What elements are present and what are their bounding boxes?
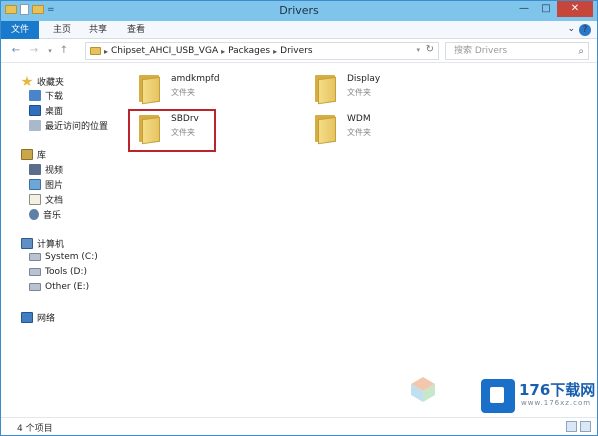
folder-name: Display: [347, 74, 381, 84]
drive-icon: [29, 283, 41, 291]
drive-icon: [29, 253, 41, 261]
nav-item-pictures[interactable]: 图片: [29, 178, 63, 191]
nav-item-label: 文档: [45, 196, 64, 206]
crumb-separator[interactable]: ▸: [221, 47, 225, 56]
expand-ribbon-icon[interactable]: ⌄: [567, 24, 575, 36]
minimize-button[interactable]: —: [513, 1, 535, 17]
window-title: Drivers: [279, 4, 319, 17]
drive-icon: [29, 268, 41, 276]
nav-item-music[interactable]: 音乐: [29, 208, 61, 221]
document-icon: [29, 194, 41, 205]
nav-item-documents[interactable]: 文档: [29, 193, 63, 206]
large-icons-view-icon[interactable]: [580, 421, 591, 432]
address-dropdown-icon[interactable]: ▾: [416, 46, 420, 54]
tab-home[interactable]: 主页: [49, 21, 75, 39]
folder-name: amdkmpfd: [171, 74, 220, 84]
folder-icon: [313, 113, 337, 145]
navigation-pane: 收藏夹 下载 桌面 最近访问的位置 库 视频 图片 文档 音乐 计算机 Syst…: [1, 63, 123, 417]
download-icon: [29, 90, 41, 101]
folder-item[interactable]: Display 文件夹: [313, 69, 433, 109]
search-placeholder: 搜索 Drivers: [454, 46, 508, 56]
crumb-drivers[interactable]: Drivers: [280, 46, 312, 56]
network-icon: [21, 312, 33, 323]
maximize-button[interactable]: □: [535, 1, 557, 17]
nav-item-drive-c[interactable]: System (C:): [29, 252, 98, 262]
folder-type: 文件夹: [347, 128, 371, 137]
nav-computer-label: 计算机: [37, 240, 65, 250]
ribbon-tabs: 文件 主页 共享 查看 ⌄ ?: [1, 21, 597, 39]
tab-view[interactable]: 查看: [123, 21, 149, 39]
video-icon: [29, 164, 41, 175]
crumb-separator[interactable]: ▸: [104, 47, 108, 56]
nav-network[interactable]: 网络: [21, 311, 55, 324]
nav-item-downloads[interactable]: 下载: [29, 89, 63, 102]
nav-item-recent[interactable]: 最近访问的位置: [29, 119, 108, 132]
folder-name: WDM: [347, 114, 371, 124]
up-button[interactable]: ↑: [57, 44, 71, 58]
desktop-icon: [29, 105, 41, 116]
nav-item-label: 视频: [45, 166, 64, 176]
title-bar: = Drivers — □ ✕: [1, 1, 597, 21]
nav-item-drive-d[interactable]: Tools (D:): [29, 267, 87, 277]
item-count: 4 个项目: [17, 424, 53, 434]
view-toggles: [566, 421, 591, 432]
star-icon: [21, 76, 33, 87]
nav-item-label: Tools (D:): [45, 267, 88, 277]
back-button[interactable]: ←: [9, 44, 23, 58]
music-icon: [29, 209, 39, 220]
computer-icon: [21, 238, 33, 249]
picture-icon: [29, 179, 41, 190]
nav-libraries-label: 库: [37, 151, 47, 161]
nav-item-label: 桌面: [45, 107, 64, 117]
address-row: ← → ▾ ↑ ▸ Chipset_AHCI_USB_VGA ▸ Package…: [1, 39, 597, 63]
folder-icon: [313, 73, 337, 105]
nav-favorites-label: 收藏夹: [37, 78, 65, 88]
folder-item[interactable]: amdkmpfd 文件夹: [137, 69, 257, 109]
folder-type: 文件夹: [347, 88, 371, 97]
search-input[interactable]: 搜索 Drivers ⌕: [445, 42, 589, 60]
nav-network-label: 网络: [37, 314, 56, 324]
status-bar: 4 个项目: [1, 417, 597, 435]
refresh-icon[interactable]: ↻: [426, 44, 434, 55]
watermark-badge-logo: [481, 379, 515, 413]
folder-icon: [90, 47, 101, 55]
nav-computer[interactable]: 计算机: [21, 237, 64, 250]
address-bar[interactable]: ▸ Chipset_AHCI_USB_VGA ▸ Packages ▸ Driv…: [85, 42, 439, 60]
nav-item-desktop[interactable]: 桌面: [29, 104, 63, 117]
annotation-highlight-box: [128, 109, 216, 152]
crumb-chipset[interactable]: Chipset_AHCI_USB_VGA: [111, 46, 218, 56]
nav-favorites[interactable]: 收藏夹: [21, 75, 64, 88]
watermark-url: www.176xz.com: [521, 399, 592, 407]
help-icon[interactable]: ?: [579, 24, 591, 36]
tab-file[interactable]: 文件: [1, 21, 39, 39]
folder-icon: [137, 73, 161, 105]
watermark-text: 176下载网: [519, 381, 596, 399]
nav-item-drive-e[interactable]: Other (E:): [29, 282, 89, 292]
crumb-separator[interactable]: ▸: [273, 47, 277, 56]
window-controls: — □ ✕: [513, 1, 593, 17]
nav-libraries[interactable]: 库: [21, 148, 46, 161]
tab-share[interactable]: 共享: [85, 21, 111, 39]
close-button[interactable]: ✕: [557, 1, 593, 17]
content-area: 收藏夹 下载 桌面 最近访问的位置 库 视频 图片 文档 音乐 计算机 Syst…: [1, 63, 597, 417]
nav-item-label: 图片: [45, 181, 64, 191]
ribbon-right-controls: ⌄ ?: [567, 24, 591, 36]
crumb-packages[interactable]: Packages: [228, 46, 270, 56]
details-view-icon[interactable]: [566, 421, 577, 432]
nav-item-label: 音乐: [43, 211, 62, 221]
nav-item-label: 最近访问的位置: [45, 122, 109, 132]
recent-places-icon: [29, 120, 41, 131]
folder-type: 文件夹: [171, 88, 195, 97]
explorer-window: = Drivers — □ ✕ 文件 主页 共享 查看 ⌄ ? ← → ▾ ↑ …: [0, 0, 598, 436]
nav-item-label: System (C:): [45, 252, 98, 262]
nav-item-videos[interactable]: 视频: [29, 163, 63, 176]
forward-button[interactable]: →: [27, 44, 41, 58]
recent-locations-dropdown[interactable]: ▾: [43, 44, 57, 58]
nav-item-label: Other (E:): [45, 282, 90, 292]
folder-item[interactable]: WDM 文件夹: [313, 109, 433, 149]
watermark-cube-logo: [411, 377, 435, 402]
search-icon[interactable]: ⌕: [578, 44, 584, 60]
library-icon: [21, 149, 33, 160]
nav-item-label: 下载: [45, 92, 64, 102]
